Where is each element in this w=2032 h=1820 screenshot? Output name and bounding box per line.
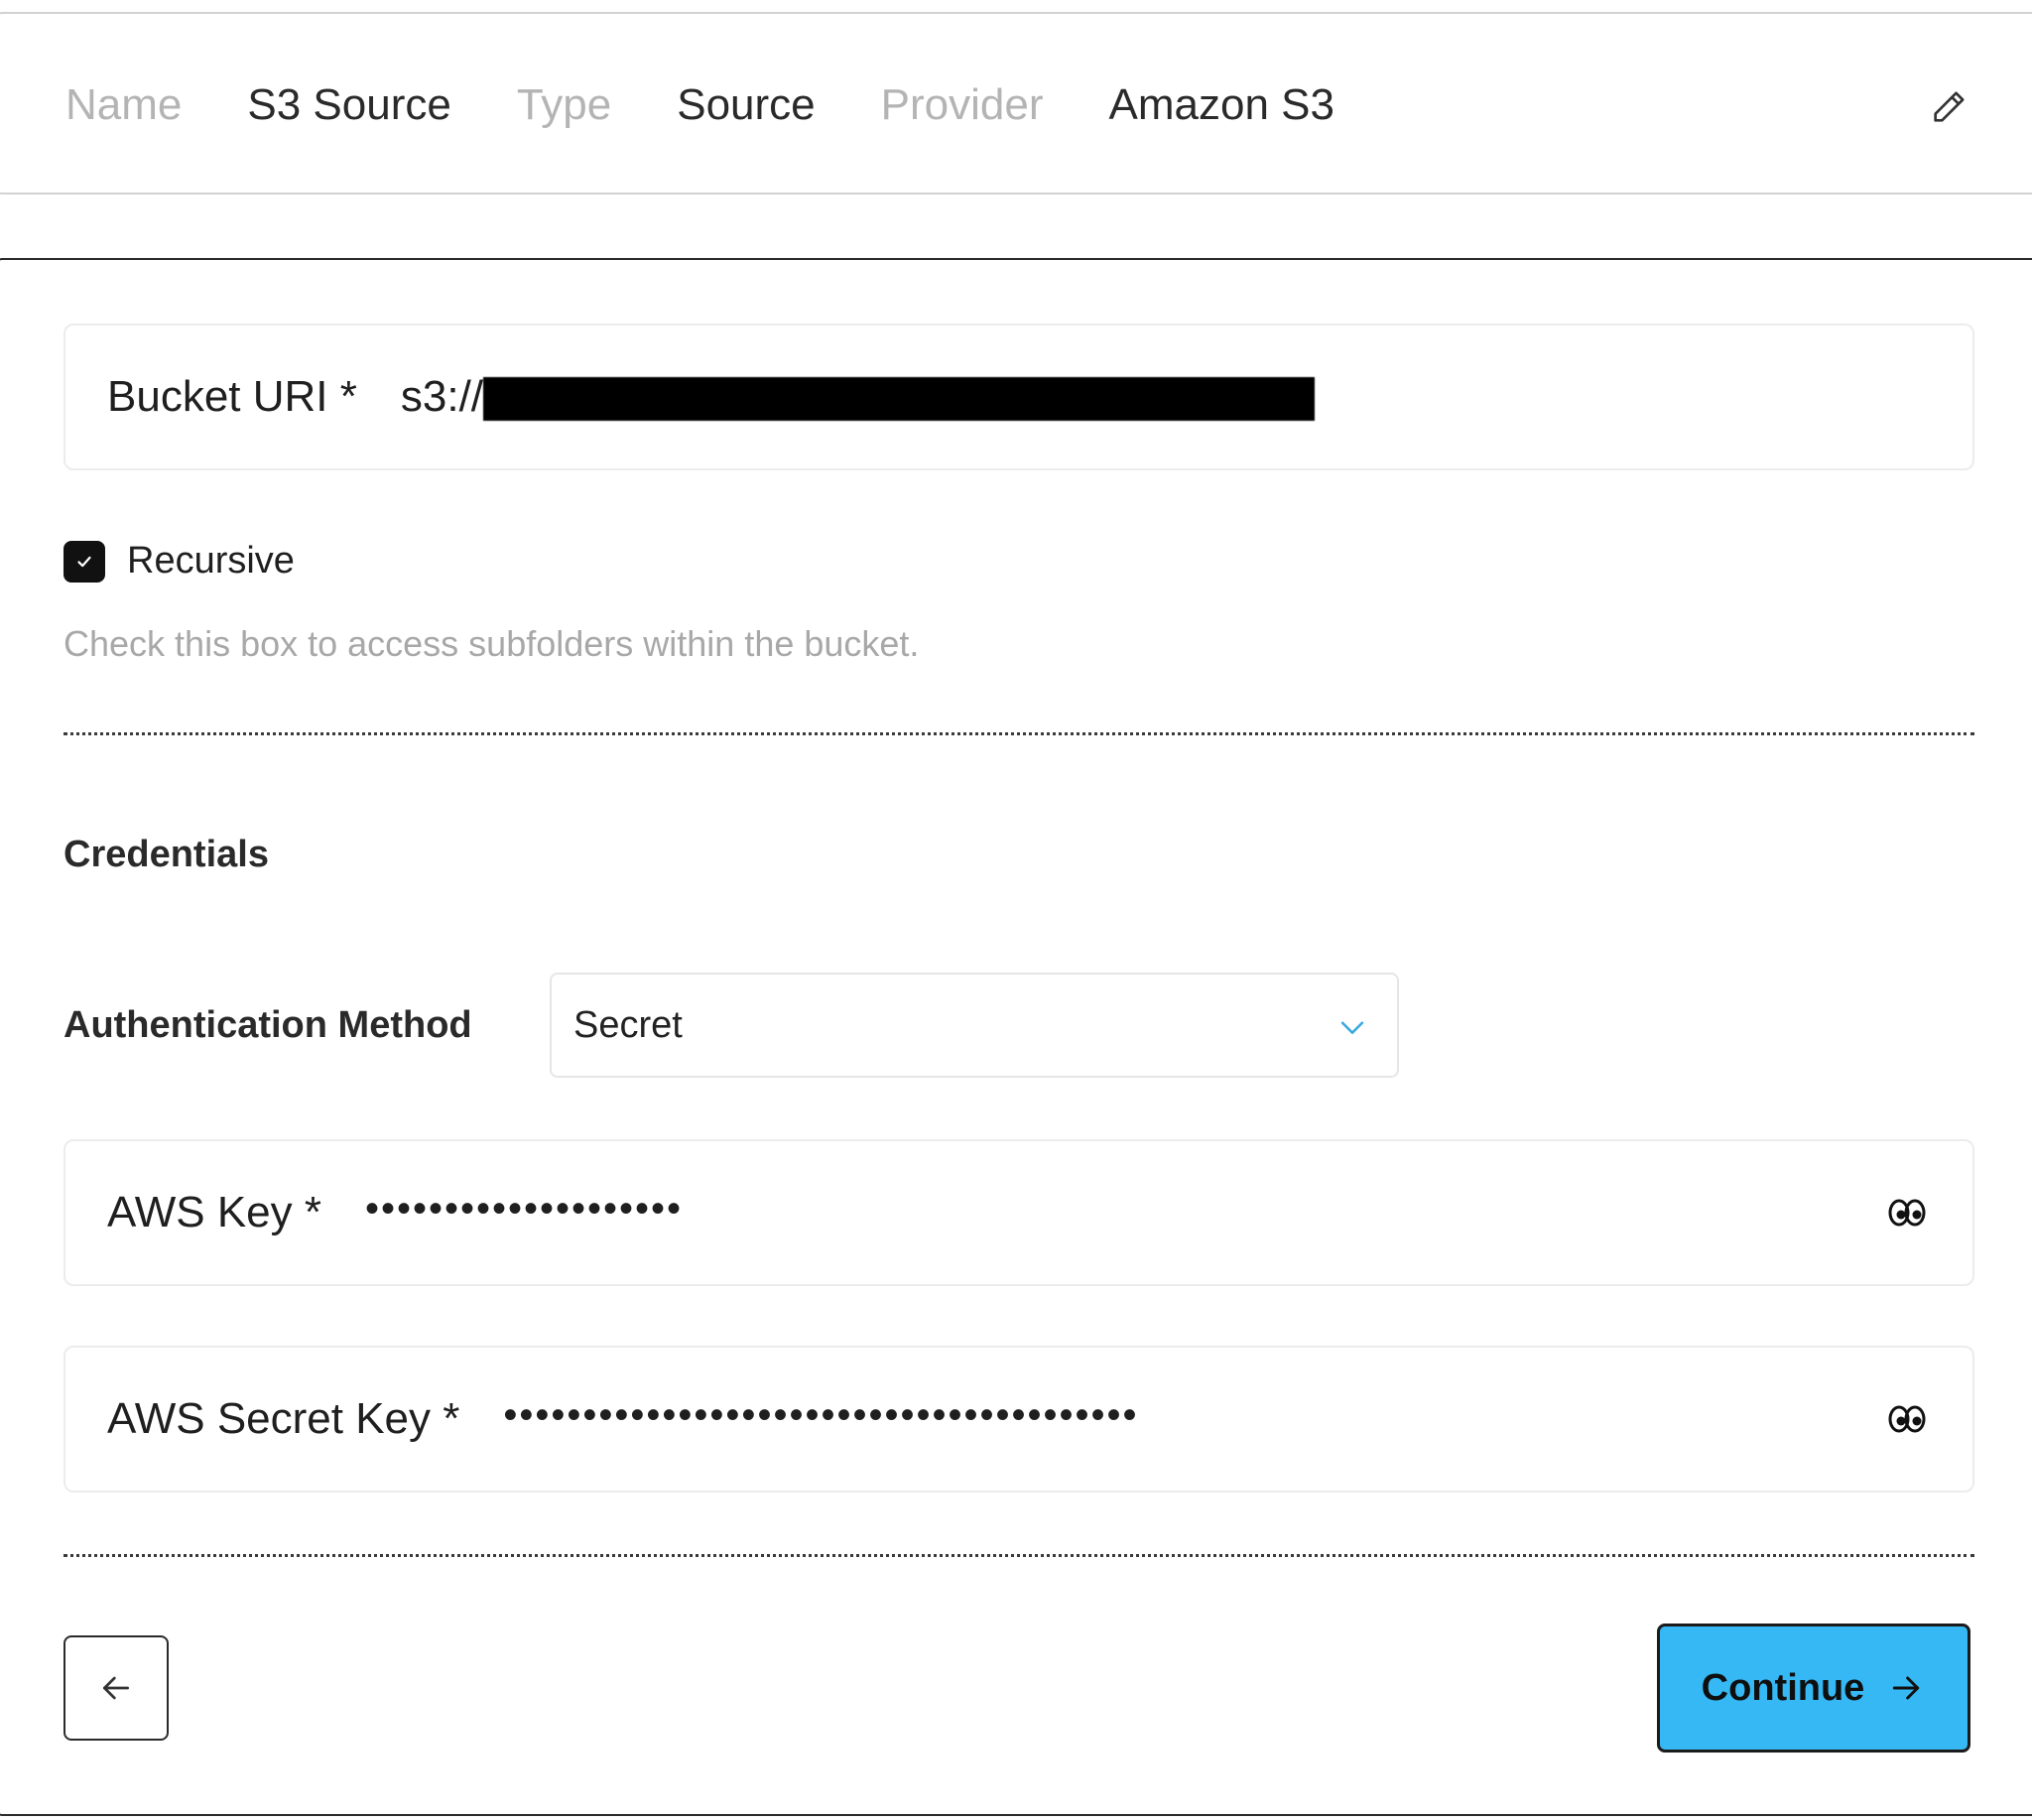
recursive-label: Recursive	[127, 540, 295, 582]
auth-method-label: Authentication Method	[64, 1004, 472, 1046]
auth-method-select[interactable]: Secret	[550, 973, 1399, 1078]
source-summary-card: Name S3 Source Type Source Provider Amaz…	[0, 12, 2032, 195]
provider-label: Provider	[880, 80, 1044, 129]
source-config-form: Bucket URI * s3:// Recursive Check this …	[0, 258, 2032, 1816]
name-value: S3 Source	[247, 80, 451, 129]
aws-key-label: AWS Key *	[107, 1188, 321, 1236]
redacted-bucket-path	[483, 377, 1316, 422]
reveal-aws-secret-key-button[interactable]	[1885, 1395, 1929, 1443]
continue-label: Continue	[1701, 1666, 1865, 1709]
bucket-uri-value[interactable]: s3://	[400, 372, 1316, 422]
recursive-help-text: Check this box to access subfolders with…	[64, 623, 920, 664]
reveal-aws-key-button[interactable]	[1885, 1189, 1929, 1236]
type-value: Source	[677, 80, 816, 129]
bucket-uri-prefix: s3://	[400, 372, 484, 421]
aws-secret-key-input[interactable]: ••••••••••••••••••••••••••••••••••••••••	[503, 1393, 1138, 1438]
aws-key-field[interactable]: AWS Key * ••••••••••••••••••••	[64, 1139, 1974, 1286]
check-icon	[77, 556, 91, 567]
credentials-heading: Credentials	[64, 834, 269, 875]
recursive-option[interactable]: Recursive	[64, 540, 295, 583]
edit-button[interactable]	[1925, 83, 1972, 131]
bucket-uri-field[interactable]: Bucket URI * s3://	[64, 324, 1974, 470]
provider-value: Amazon S3	[1108, 80, 1334, 129]
continue-button[interactable]: Continue	[1657, 1624, 1970, 1753]
actions-divider	[64, 1554, 1974, 1557]
aws-secret-key-label: AWS Secret Key *	[107, 1394, 460, 1443]
bucket-uri-label: Bucket URI *	[107, 372, 357, 421]
continue-arrow	[1886, 1668, 1926, 1708]
pencil-icon	[1934, 91, 1965, 122]
section-divider	[64, 732, 1974, 735]
auth-method-value: Secret	[573, 1003, 683, 1046]
summary-row: Name S3 Source Type Source Provider Amaz…	[65, 14, 1400, 196]
chevron-down-icon	[1340, 1021, 1364, 1034]
arrow-right-icon	[1893, 1676, 1920, 1700]
recursive-checkbox[interactable]	[64, 540, 105, 583]
name-label: Name	[65, 80, 183, 129]
arrow-left-icon	[103, 1676, 129, 1700]
type-label: Type	[516, 80, 612, 129]
aws-key-input[interactable]: ••••••••••••••••••••	[365, 1187, 683, 1232]
eye-icon	[1888, 1199, 1926, 1227]
eye-icon	[1888, 1405, 1926, 1433]
aws-secret-key-field[interactable]: AWS Secret Key * •••••••••••••••••••••••…	[64, 1346, 1974, 1493]
back-button[interactable]	[64, 1635, 169, 1741]
